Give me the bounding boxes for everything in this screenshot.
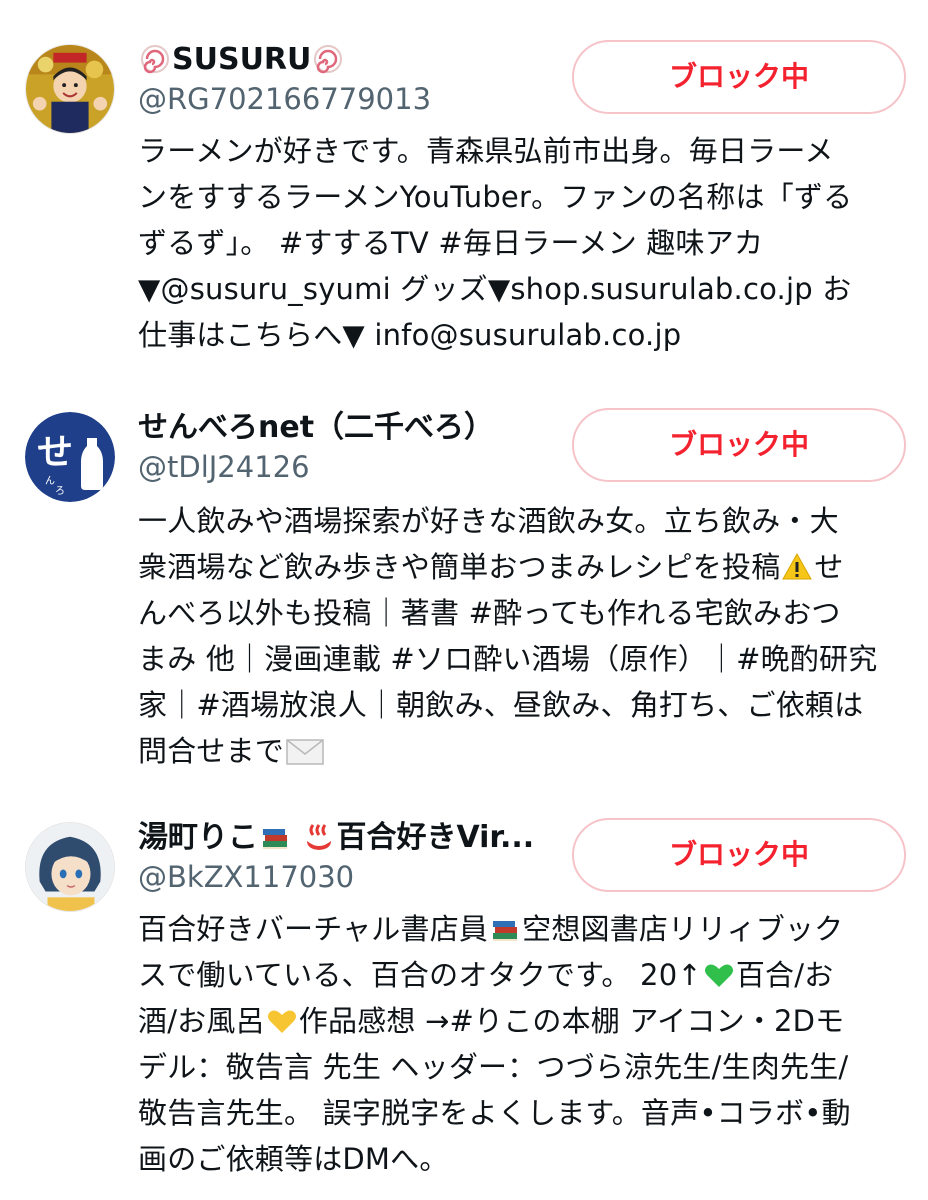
envelope-icon [285,735,325,767]
warning-icon [781,551,813,583]
bio-line: 酒/お風呂 作品感想 →#りこの本棚 アイコン・2Dモ [138,1004,845,1038]
bio-line: 百合好きバーチャル書店員 空想図書店リリィブック [138,912,844,946]
display-name-text: 湯町りこ [138,820,258,855]
display-name[interactable]: SUSURU [138,40,558,80]
naruto-fishcake-icon [139,43,171,75]
blocked-accounts-list: SUSURU @RG702166779013 ブロック中 ラーメンが好きです。青… [0,0,928,1200]
avatar-image [26,823,114,911]
user-bio: ラーメンが好きです。青森県弘前市出身。毎日ラーメ ンをすするラーメンYouTub… [138,128,913,358]
blocked-button[interactable]: ブロック中 [572,40,906,114]
user-handle: @BkZX117030 [138,860,355,894]
green-heart-icon [703,959,735,991]
bio-line: 問合せまで [138,728,913,774]
user-bio: 一人飲みや酒場探索が好きな酒飲み女。立ち飲み・大 衆酒場など飲み歩きや簡単おつま… [138,498,913,774]
user-bio: 百合好きバーチャル書店員 空想図書店リリィブック スで働いている、百合のオタクです… [138,906,913,1182]
bio-line: んべろ以外も投稿｜著書 #酔っても作れる宅飲みおつ [138,596,841,630]
bio-line: ラーメンが好きです。青森県弘前市出身。毎日ラーメ [138,134,834,168]
yellow-heart-icon [266,1005,298,1037]
bio-line: 仕事はこちらへ▼ info@susurulab.co.jp [138,318,682,352]
bio-line: 敬告言先生。 誤字脱字をよくします。音声•コラボ•動 [138,1096,851,1130]
bio-line: まみ 他｜漫画連載 #ソロ酔い酒場（原作）｜#晩酌研究 [138,642,878,676]
hot-springs-icon [303,821,335,853]
books-icon [259,821,291,853]
user-row[interactable]: 湯町りこ 百合好きVir... @BkZX117030 ブロック中 百合好きバー… [0,818,928,1178]
bio-line: ▼@susuru_syumi グッズ▼shop.susurulab.co.jp … [138,272,852,306]
display-name-text: 百合好きVir... [336,820,535,855]
blocked-button[interactable]: ブロック中 [572,818,906,892]
avatar[interactable] [25,822,115,912]
avatar[interactable] [25,44,115,134]
user-row[interactable]: SUSURU @RG702166779013 ブロック中 ラーメンが好きです。青… [0,40,928,352]
bio-line: 家｜#酒場放浪人｜朝飲み、昼飲み、角打ち、ご依頼は [138,688,864,722]
bio-line: デル：敬告言 先生 ヘッダー：つづら涼先生/生肉先生/ [138,1050,849,1084]
naruto-fishcake-icon [312,43,344,75]
avatar-image [26,45,114,133]
svg-text:ん: ん [45,475,55,487]
display-name[interactable]: 湯町りこ 百合好きVir... [138,818,558,858]
bio-line: 画のご依頼等はDMへ。 [138,1142,449,1176]
avatar[interactable]: せ ん ろ [25,412,115,502]
avatar-image: せ ん ろ [25,412,115,502]
bio-line: スで働いている、百合のオタクです。 20↑ 百合/お [138,958,834,992]
bio-line: ンをすするラーメンYouTuber。ファンの名称は「ずる [138,180,853,214]
bio-line: 一人飲みや酒場探索が好きな酒飲み女。立ち飲み・大 [138,504,839,538]
blocked-button[interactable]: ブロック中 [572,408,906,482]
avatar-letter: せ [37,432,73,473]
user-handle: @tDlJ24126 [138,450,310,484]
display-name-text: SUSURU [172,42,312,77]
user-row[interactable]: せ ん ろ せんべろnet（二千べろ） @tDlJ24126 ブロック中 一人飲… [0,408,928,768]
display-name[interactable]: せんべろnet（二千べろ） [138,408,558,448]
books-icon [489,913,521,945]
bio-line: ずるず」。 #すするTV #毎日ラーメン 趣味アカ [138,226,764,260]
bio-line: 衆酒場など飲み歩きや簡単おつまみレシピを投稿せ [138,550,844,584]
user-handle: @RG702166779013 [138,82,432,116]
svg-text:ろ: ろ [55,486,65,497]
